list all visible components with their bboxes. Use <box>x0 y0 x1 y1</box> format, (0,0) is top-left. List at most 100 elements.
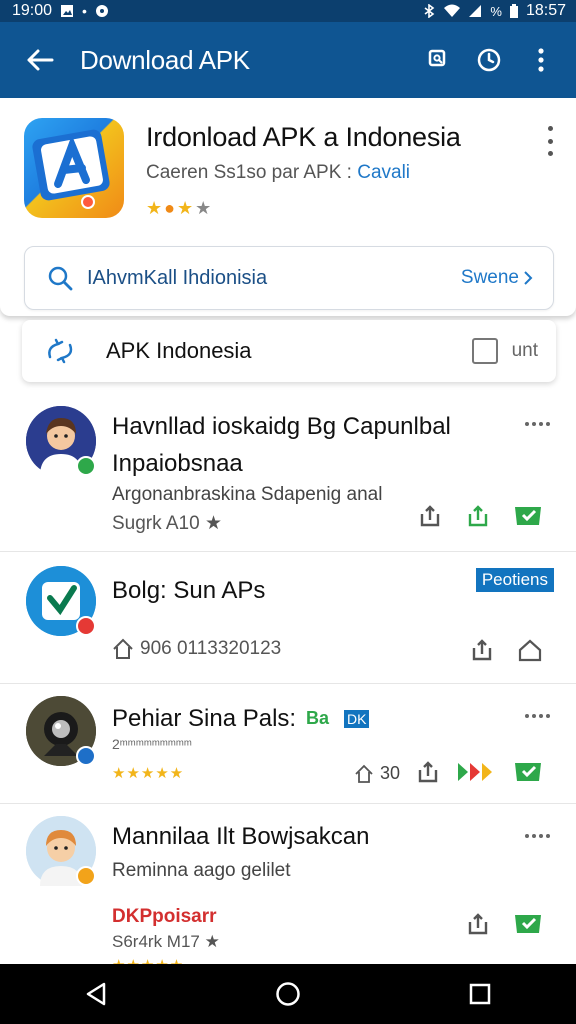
back-button[interactable] <box>0 22 80 98</box>
home-button[interactable] <box>516 636 544 664</box>
house-outline-icon <box>518 639 542 662</box>
circle-home-icon <box>276 982 300 1006</box>
item-description: 2ᵐᵐᵐᵐᵐᵐᵐᵐᵐ <box>112 736 192 752</box>
wifi-icon <box>444 4 461 17</box>
dot-icon <box>525 714 529 718</box>
notification-dot-icon: • <box>82 3 87 19</box>
play-store-icon <box>458 763 492 781</box>
promo-tag: Peotiens <box>475 568 554 592</box>
item-count: 30 <box>380 763 401 783</box>
share-button[interactable] <box>464 910 492 938</box>
search-action-button[interactable]: Swene <box>461 267 533 289</box>
gallery-icon <box>61 5 74 17</box>
play-button[interactable] <box>456 758 496 786</box>
item-title: Havnllad ioskaidg Bg Capunlbal <box>112 413 451 440</box>
battery-text: % <box>490 3 502 19</box>
item-title: Mannilaa Ilt Bowjsakcan <box>112 823 370 850</box>
search-bar[interactable]: IAhvmKall Ihdionisia Swene <box>24 246 554 310</box>
dot-icon <box>546 422 550 426</box>
status-time-right: 18:57 <box>525 2 566 19</box>
nav-recents-button[interactable] <box>450 964 510 1024</box>
upload-icon <box>468 505 488 527</box>
dot-icon <box>546 714 550 718</box>
emoji-face-icon: ● <box>164 198 176 218</box>
search-icon <box>48 266 73 291</box>
status-badge <box>76 616 96 636</box>
app-subtitle-text: Caeren Ss1so par APK : <box>146 162 352 183</box>
back-arrow-icon <box>27 49 54 71</box>
item-highlight: DKPpoisarr <box>112 906 217 927</box>
status-badge <box>76 456 96 476</box>
dot-icon <box>547 138 553 144</box>
bookmark-button[interactable] <box>420 43 454 77</box>
install-button[interactable] <box>464 502 492 530</box>
developer-link[interactable]: Cavali <box>357 162 410 183</box>
share-icon <box>472 639 492 661</box>
rating-stars: ★★★★★ <box>112 765 185 782</box>
battery-icon <box>509 4 518 18</box>
search-action-label: Swene <box>460 267 519 288</box>
nav-home-button[interactable] <box>258 964 318 1024</box>
list-item[interactable]: Bolg: Sun APs Peotiens 906 0113320123 <box>0 552 576 684</box>
app-logo <box>24 118 124 218</box>
dot-icon <box>547 126 553 131</box>
overflow-menu-button[interactable] <box>524 43 558 77</box>
dot-icon <box>546 834 550 838</box>
share-button[interactable] <box>416 502 444 530</box>
dot-icon <box>532 714 536 718</box>
inline-badge-b: DK <box>344 710 370 728</box>
status-badge <box>76 866 96 886</box>
filter-row[interactable]: APK Indonesia unt <box>22 320 556 382</box>
share-icon <box>418 761 438 783</box>
home-icon <box>113 638 133 659</box>
history-button[interactable] <box>472 43 506 77</box>
filter-unit-label: unt <box>511 340 538 361</box>
notification-icon <box>95 5 108 17</box>
download-folder-icon <box>515 763 541 781</box>
share-button[interactable] <box>468 636 496 664</box>
item-title: Pehiar Sina Pals: <box>112 705 297 732</box>
chevron-right-icon <box>524 271 533 285</box>
filter-label: APK Indonesia <box>106 338 252 363</box>
dot-icon <box>539 714 543 718</box>
item-more-button[interactable] <box>525 714 550 718</box>
dot-icon <box>525 834 529 838</box>
download-folder-icon <box>515 507 541 525</box>
dot-icon <box>532 422 536 426</box>
bluetooth-icon <box>424 4 435 18</box>
download-button[interactable] <box>512 756 544 784</box>
list-item[interactable]: Pehiar Sina Pals: Ba DK 2ᵐᵐᵐᵐᵐᵐᵐᵐᵐ ★★★★★… <box>0 684 576 804</box>
nav-back-button[interactable] <box>66 964 126 1024</box>
download-folder-icon <box>515 915 541 933</box>
history-icon <box>477 48 501 72</box>
bookmark-icon <box>428 49 446 67</box>
list-item[interactable]: Mannilaa Ilt Bowjsakcan Reminna aago gel… <box>0 804 576 974</box>
dot-icon <box>539 422 543 426</box>
filter-checkbox[interactable] <box>471 338 498 364</box>
download-button[interactable] <box>512 500 544 528</box>
app-subtitle: Caeren Ss1so par APK : Cavali <box>146 162 410 184</box>
square-recents-icon <box>469 983 491 1005</box>
dot-icon <box>525 422 529 426</box>
overflow-menu-icon <box>538 48 544 72</box>
share-icon <box>468 913 488 935</box>
sync-icon <box>48 338 73 364</box>
download-button[interactable] <box>512 908 544 936</box>
item-title-line2: Inpaiobsnaa <box>112 450 243 477</box>
page-title: Download APK <box>80 44 250 75</box>
inline-badge-a: Ba <box>306 708 330 728</box>
triangle-back-icon <box>86 982 106 1006</box>
status-bar: 19:00 • % 18:57 <box>0 0 576 22</box>
item-more-button[interactable] <box>525 422 550 426</box>
list-item[interactable]: Havnllad ioskaidg Bg Capunlbal Inpaiobsn… <box>0 394 576 552</box>
status-badge <box>76 746 96 766</box>
item-more-button[interactable] <box>525 834 550 838</box>
star-icon: ★ <box>146 198 163 218</box>
item-description: Argonanbraskina Sdapenig anal <box>112 484 383 505</box>
item-meta: S6r4rk M17 ★ <box>112 932 220 951</box>
search-input[interactable]: IAhvmKall Ihdionisia <box>87 267 461 290</box>
dot-icon <box>532 834 536 838</box>
header-overflow-button[interactable] <box>542 126 558 156</box>
app-bar: Download APK <box>0 22 576 98</box>
share-button[interactable] <box>414 758 442 786</box>
